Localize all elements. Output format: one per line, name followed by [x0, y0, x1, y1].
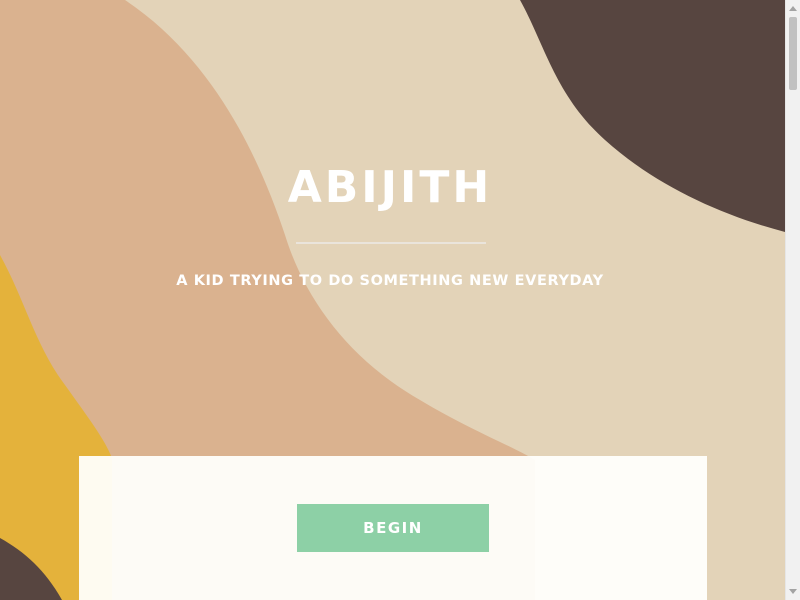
site-tagline: A KID TRYING TO DO SOMETHING NEW EVERYDA… [176, 273, 604, 289]
page-scrollbar[interactable] [785, 0, 800, 600]
title-divider [296, 242, 486, 244]
scrollbar-thumb[interactable] [789, 17, 797, 90]
scroll-down-icon[interactable] [789, 589, 797, 594]
begin-button[interactable]: BEGIN [297, 504, 489, 552]
content-panel: BEGIN [79, 456, 707, 600]
site-title: ABIJITH [287, 162, 493, 213]
scroll-up-icon[interactable] [789, 6, 797, 11]
